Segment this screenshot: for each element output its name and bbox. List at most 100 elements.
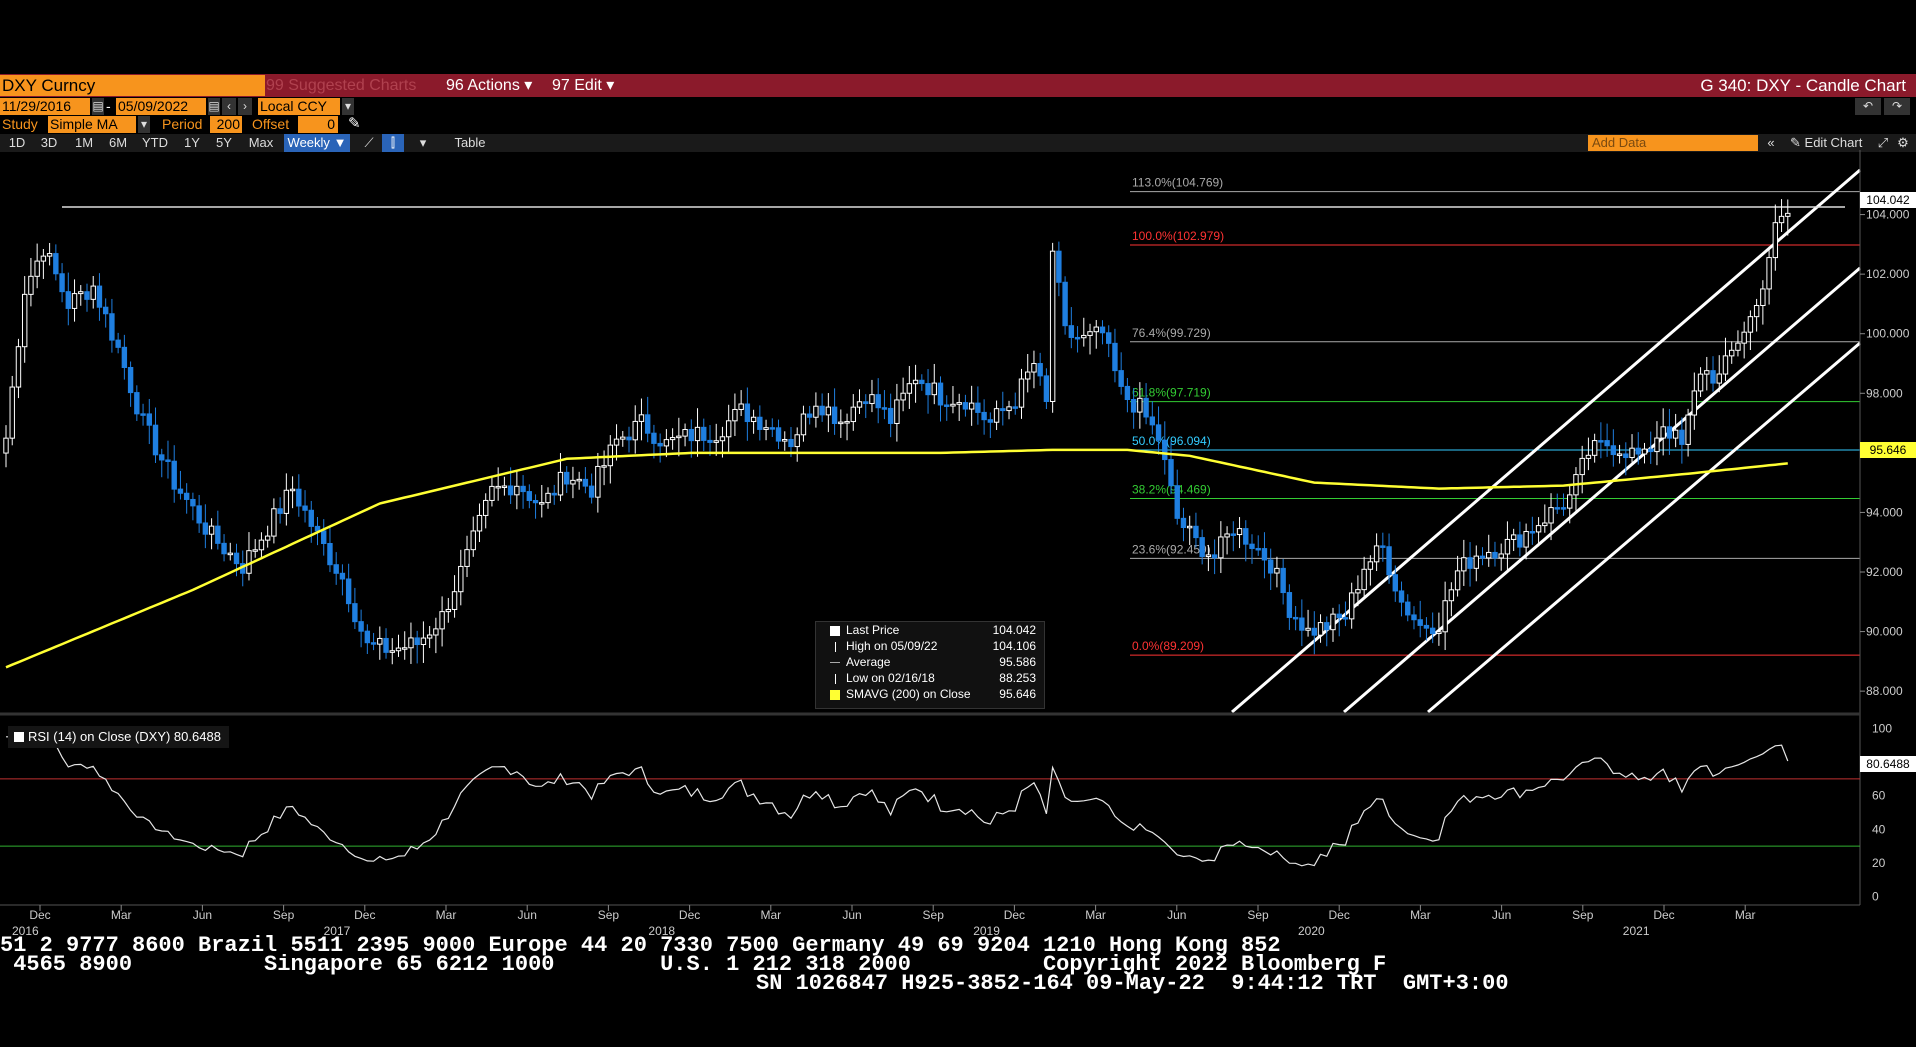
- candle: [725, 420, 732, 438]
- candle: [364, 630, 371, 644]
- y-tick-label: 104.000: [1866, 208, 1910, 222]
- candle: [806, 413, 813, 418]
- candle: [308, 509, 314, 527]
- candle: [489, 485, 495, 501]
- candle-chart[interactable]: 113.0%(104.769) 100.0%(102.979) 76.4%(99.7…: [0, 0, 1916, 1047]
- candle: [426, 634, 433, 639]
- candle: [782, 438, 788, 442]
- candle: [96, 285, 103, 308]
- candles: [3, 199, 1791, 665]
- y-tick-label: 94.000: [1866, 505, 1903, 519]
- x-tick-label: Jun: [1492, 908, 1511, 922]
- candle: [588, 485, 595, 498]
- candle: [850, 406, 856, 423]
- candle: [1517, 534, 1523, 548]
- candle: [1498, 553, 1504, 559]
- candle: [1199, 537, 1205, 558]
- candle: [557, 471, 564, 496]
- candle: [71, 293, 78, 309]
- candle: [1012, 406, 1018, 409]
- candle: [1591, 440, 1598, 456]
- chart-legend[interactable]: Last Price 104.042 High on 05/09/22 104.10…: [815, 621, 1045, 709]
- candle: [564, 471, 570, 485]
- candle: [638, 414, 645, 422]
- candle: [1392, 574, 1398, 592]
- x-tick-label: Sep: [1247, 908, 1269, 922]
- candle: [539, 502, 545, 505]
- candle: [1099, 326, 1106, 334]
- x-tick-label: Sep: [273, 908, 295, 922]
- candle: [1261, 548, 1268, 561]
- candle: [1729, 349, 1735, 357]
- candle: [1753, 305, 1760, 318]
- rsi-legend[interactable]: RSI (14) on Close (DXY) 80.6488: [8, 726, 229, 748]
- candle: [1710, 370, 1716, 384]
- candle: [202, 522, 209, 535]
- candle: [1579, 457, 1585, 476]
- candle: [15, 346, 22, 388]
- candle: [1623, 453, 1629, 459]
- candle: [1317, 622, 1324, 636]
- candle: [956, 402, 962, 405]
- candle: [458, 565, 464, 593]
- candle: [856, 401, 863, 408]
- x-tick-label: Mar: [1085, 908, 1106, 922]
- candle: [1542, 522, 1548, 527]
- candle: [1635, 447, 1641, 455]
- candle: [694, 426, 701, 442]
- candle: [757, 416, 763, 430]
- candle: [669, 437, 676, 441]
- candle: [701, 426, 707, 441]
- candle: [352, 603, 358, 623]
- candle: [1598, 440, 1604, 443]
- candle: [1697, 373, 1704, 392]
- candle: [327, 543, 333, 566]
- candle: [1037, 363, 1043, 377]
- candle: [919, 379, 925, 385]
- candle: [321, 530, 327, 545]
- fib-label: 100.0%(102.979): [1132, 229, 1224, 243]
- candle: [383, 637, 389, 653]
- candle: [377, 637, 383, 645]
- x-tick-label: Mar: [1735, 908, 1756, 922]
- candle: [21, 293, 28, 348]
- candle: [794, 434, 800, 448]
- candle: [1168, 459, 1174, 487]
- candle: [1417, 619, 1423, 626]
- candle: [613, 438, 620, 446]
- candle: [912, 379, 919, 385]
- x-tick-label: Jun: [193, 908, 212, 922]
- candle: [1380, 545, 1386, 548]
- candle: [1411, 614, 1417, 621]
- candle: [900, 392, 906, 401]
- candle: [196, 505, 202, 524]
- candle: [420, 637, 427, 646]
- candle: [620, 436, 626, 440]
- candle: [1267, 559, 1274, 574]
- candle: [750, 416, 757, 423]
- candle: [1305, 627, 1311, 631]
- candle: [601, 465, 607, 468]
- candle: [676, 435, 682, 439]
- candle: [495, 485, 501, 489]
- candle: [975, 402, 981, 413]
- fib-label: 76.4%(99.729): [1132, 326, 1211, 340]
- candle: [881, 407, 888, 410]
- candle: [813, 405, 819, 418]
- candle: [1722, 355, 1729, 375]
- candle: [90, 285, 96, 300]
- channel-line: [1427, 341, 1861, 714]
- candle: [227, 552, 233, 556]
- candle: [1211, 554, 1218, 559]
- candle: [719, 436, 726, 442]
- candle: [1467, 557, 1473, 569]
- candle: [264, 535, 271, 541]
- candle: [526, 491, 533, 502]
- candle: [1510, 534, 1517, 540]
- candle: [1006, 406, 1012, 412]
- candle: [1342, 617, 1349, 620]
- candle: [738, 403, 744, 410]
- x-tick-label: Mar: [111, 908, 132, 922]
- candle: [302, 505, 308, 511]
- candle: [644, 414, 651, 434]
